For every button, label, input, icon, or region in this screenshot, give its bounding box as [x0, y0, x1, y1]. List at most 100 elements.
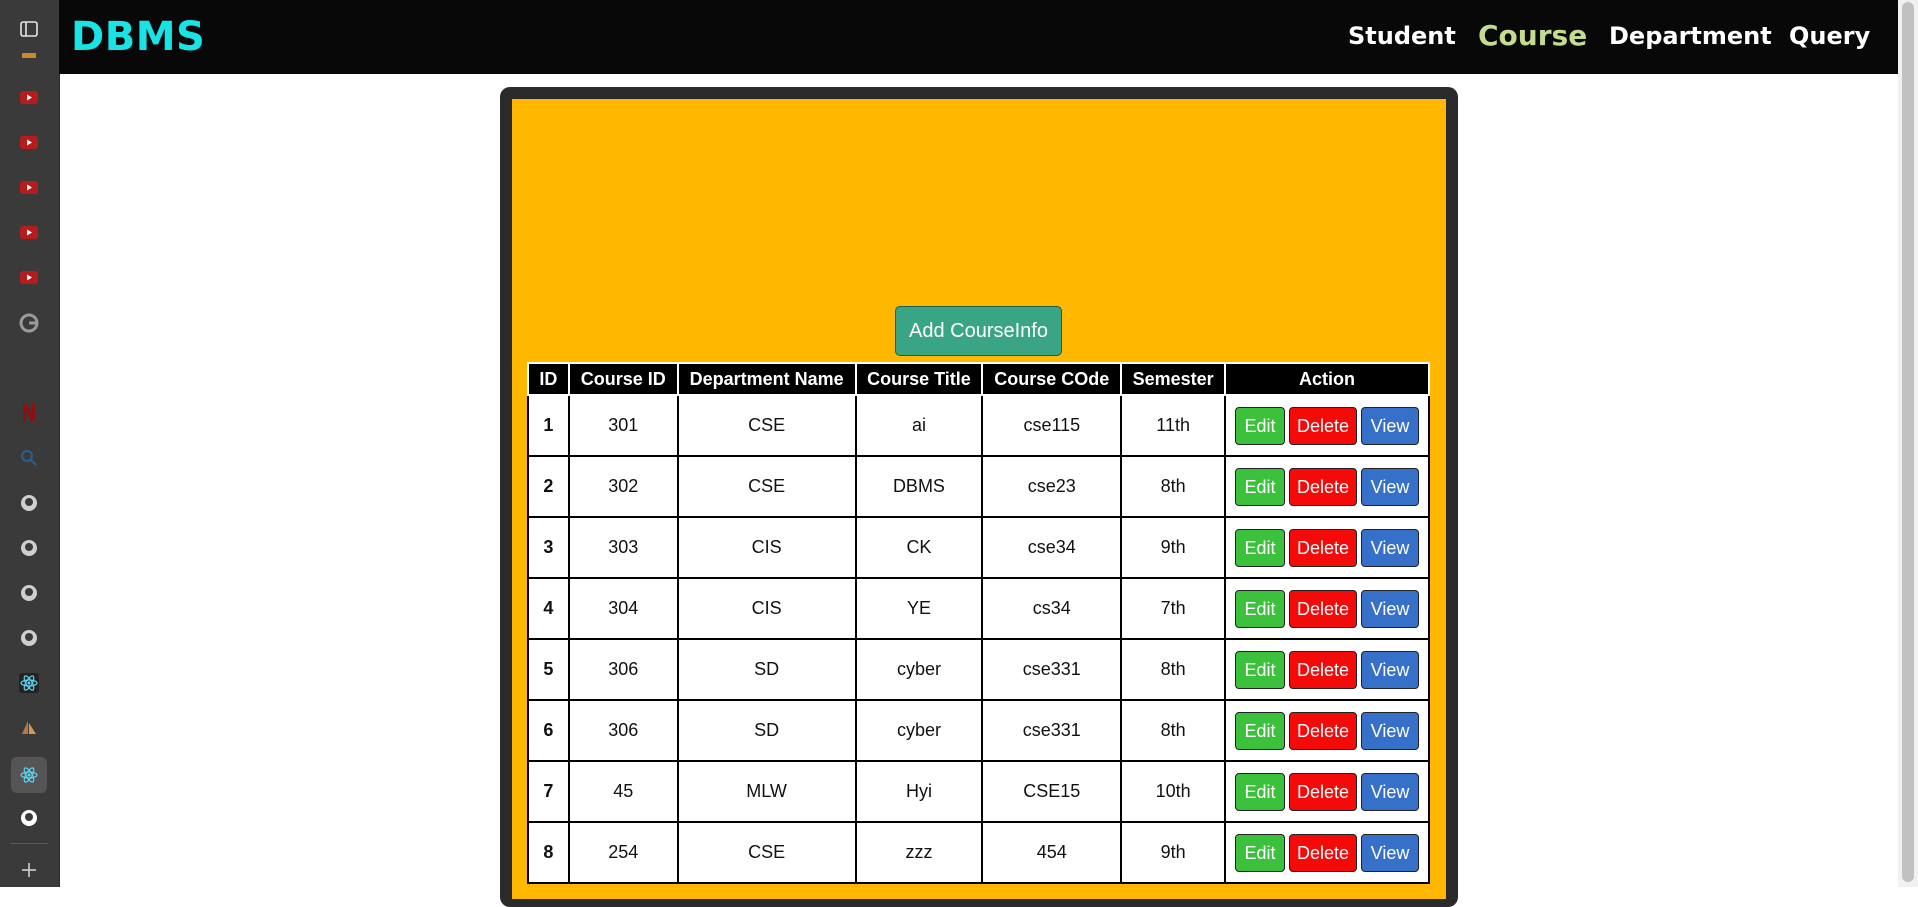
view-button[interactable]: View	[1361, 833, 1420, 872]
header-course-code: Course COde	[981, 362, 1123, 396]
id-cell: 7	[527, 760, 570, 823]
view-button[interactable]: View	[1361, 528, 1420, 567]
add-courseinfo-button[interactable]: Add CourseInfo	[895, 306, 1062, 356]
delete-button[interactable]: Delete	[1289, 589, 1358, 628]
table-header-row: ID Course ID Department Name Course Titl…	[527, 362, 1430, 396]
department-name-cell: CSE	[676, 394, 857, 457]
delete-button[interactable]: Delete	[1289, 833, 1358, 872]
semester-cell: 11th	[1120, 394, 1227, 457]
course-title-cell: cyber	[854, 699, 984, 762]
page-scrollbar[interactable]	[1898, 0, 1918, 887]
id-cell: 8	[527, 821, 570, 884]
plus-icon[interactable]	[14, 855, 44, 885]
github-icon[interactable]	[14, 533, 44, 563]
youtube-icon[interactable]	[14, 262, 44, 292]
sailboat-icon[interactable]	[14, 713, 44, 743]
header-course-title: Course Title	[854, 362, 984, 396]
edit-button[interactable]: Edit	[1235, 589, 1286, 628]
view-button[interactable]: View	[1361, 406, 1420, 445]
course-id-cell: 301	[567, 394, 679, 457]
semester-cell: 9th	[1120, 516, 1227, 579]
action-cell: Edit Delete View	[1224, 638, 1430, 701]
department-name-cell: CSE	[676, 455, 857, 518]
edit-button[interactable]: Edit	[1235, 467, 1286, 506]
delete-button[interactable]: Delete	[1289, 406, 1358, 445]
panel-toggle-icon[interactable]	[14, 14, 44, 44]
netflix-icon[interactable]	[14, 398, 44, 428]
github-icon[interactable]	[14, 803, 44, 833]
course-title-cell: DBMS	[854, 455, 984, 518]
header-id: ID	[527, 362, 570, 396]
semester-cell: 7th	[1120, 577, 1227, 640]
delete-button[interactable]: Delete	[1289, 467, 1358, 506]
google-icon[interactable]	[14, 308, 44, 338]
delete-button[interactable]: Delete	[1289, 650, 1358, 689]
youtube-icon[interactable]	[14, 82, 44, 112]
react-icon[interactable]	[11, 757, 47, 793]
view-button[interactable]: View	[1361, 711, 1420, 750]
course-id-cell: 304	[567, 577, 679, 640]
course-id-cell: 45	[567, 760, 679, 823]
view-button[interactable]: View	[1361, 467, 1420, 506]
course-id-cell: 306	[567, 699, 679, 762]
edit-button[interactable]: Edit	[1235, 650, 1286, 689]
delete-button[interactable]: Delete	[1289, 528, 1358, 567]
table-row: 5 306 SD cyber cse331 8th Edit Delete View	[527, 638, 1430, 701]
course-title-cell: zzz	[854, 821, 984, 884]
header-semester: Semester	[1120, 362, 1227, 396]
edit-button[interactable]: Edit	[1235, 772, 1286, 811]
department-name-cell: MLW	[676, 760, 857, 823]
course-title-cell: YE	[854, 577, 984, 640]
department-name-cell: SD	[676, 699, 857, 762]
bookmark-icon[interactable]	[14, 48, 44, 62]
course-id-cell: 254	[567, 821, 679, 884]
scrollbar-thumb[interactable]	[1902, 2, 1914, 882]
course-code-cell: cs34	[981, 577, 1123, 640]
action-cell: Edit Delete View	[1224, 516, 1430, 579]
id-cell: 6	[527, 699, 570, 762]
id-cell: 1	[527, 394, 570, 457]
view-button[interactable]: View	[1361, 589, 1420, 628]
department-name-cell: CSE	[676, 821, 857, 884]
action-cell: Edit Delete View	[1224, 455, 1430, 518]
course-title-cell: cyber	[854, 638, 984, 701]
github-icon[interactable]	[14, 623, 44, 653]
react-icon[interactable]	[14, 668, 44, 698]
nav-department[interactable]: Department	[1609, 22, 1772, 50]
youtube-icon[interactable]	[14, 172, 44, 202]
edit-button[interactable]: Edit	[1235, 406, 1286, 445]
search-icon[interactable]	[14, 443, 44, 473]
semester-cell: 8th	[1120, 638, 1227, 701]
table-body: 1 301 CSE ai cse115 11th Edit Delete View 2 302 CSE…	[527, 394, 1430, 884]
table-row: 8 254 CSE zzz 454 9th Edit Delete View	[527, 821, 1430, 884]
action-cell: Edit Delete View	[1224, 394, 1430, 457]
edit-button[interactable]: Edit	[1235, 528, 1286, 567]
table-row: 4 304 CIS YE cs34 7th Edit Delete View	[527, 577, 1430, 640]
header-course-id: Course ID	[567, 362, 679, 396]
department-name-cell: CIS	[676, 516, 857, 579]
view-button[interactable]: View	[1361, 772, 1420, 811]
browser-sidebar	[0, 0, 60, 887]
course-code-cell: cse331	[981, 638, 1123, 701]
delete-button[interactable]: Delete	[1289, 711, 1358, 750]
course-id-cell: 302	[567, 455, 679, 518]
action-cell: Edit Delete View	[1224, 821, 1430, 884]
delete-button[interactable]: Delete	[1289, 772, 1358, 811]
table-row: 2 302 CSE DBMS cse23 8th Edit Delete View	[527, 455, 1430, 518]
nav-student[interactable]: Student	[1348, 22, 1456, 50]
view-button[interactable]: View	[1361, 650, 1420, 689]
course-code-cell: 454	[981, 821, 1123, 884]
semester-cell: 8th	[1120, 455, 1227, 518]
course-id-cell: 306	[567, 638, 679, 701]
edit-button[interactable]: Edit	[1235, 833, 1286, 872]
youtube-icon[interactable]	[14, 127, 44, 157]
nav-query[interactable]: Query	[1789, 22, 1870, 50]
table-row: 7 45 MLW Hyi CSE15 10th Edit Delete View	[527, 760, 1430, 823]
nav-course[interactable]: Course	[1478, 19, 1587, 52]
youtube-icon[interactable]	[14, 217, 44, 247]
brand-logo[interactable]: DBMS	[71, 14, 205, 60]
github-icon[interactable]	[14, 578, 44, 608]
github-icon[interactable]	[14, 488, 44, 518]
id-cell: 3	[527, 516, 570, 579]
edit-button[interactable]: Edit	[1235, 711, 1286, 750]
